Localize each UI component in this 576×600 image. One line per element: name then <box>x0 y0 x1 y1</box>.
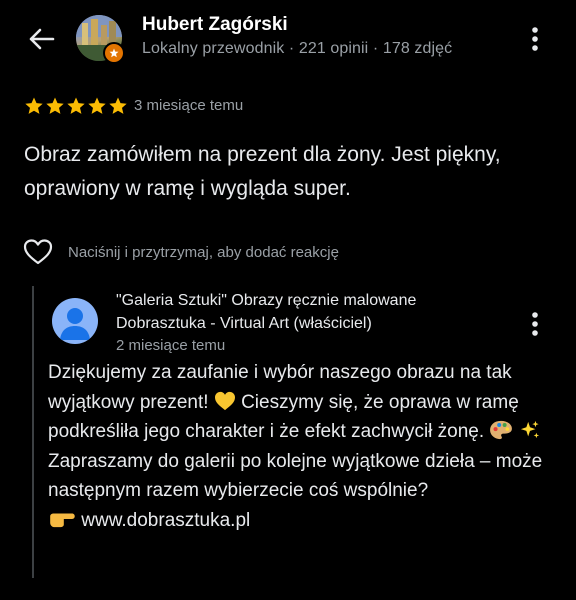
owner-avatar <box>52 298 98 344</box>
star-icon <box>109 97 127 114</box>
reply-divider <box>32 286 34 578</box>
reviewer-avatar[interactable] <box>76 15 125 64</box>
more-vert-icon <box>532 312 538 336</box>
reviewer-name[interactable]: Hubert Zagórski <box>142 14 288 36</box>
owner-reply-date: 2 miesiące temu <box>116 337 226 354</box>
reply-more-button[interactable] <box>525 309 545 339</box>
website-link[interactable]: www.dobrasztuka.pl <box>81 510 250 531</box>
yellow-heart-emoji <box>214 391 235 410</box>
local-guide-icon <box>109 48 119 58</box>
star-icon <box>88 97 106 114</box>
more-vert-icon <box>532 27 538 51</box>
star-icon <box>46 97 64 114</box>
back-button[interactable] <box>26 26 56 52</box>
owner-reply-text: Dziękujemy za zaufanie i wybór naszego o… <box>48 358 568 535</box>
owner-name: "Galeria Sztuki" Obrazy ręcznie malowane… <box>116 292 417 332</box>
person-icon <box>60 308 90 340</box>
star-rating <box>24 96 128 116</box>
pointing-right-emoji <box>50 513 75 527</box>
sparkles-emoji <box>520 420 539 439</box>
review-text: Obraz zamówiłem na prezent dla żony. Jes… <box>24 143 501 200</box>
reviewer-meta: Lokalny przewodnik · 221 opinii · 178 zd… <box>142 40 453 57</box>
arrow-left-icon <box>29 28 55 50</box>
reaction-hint: Naciśnij i przytrzymaj, aby dodać reakcj… <box>68 244 339 261</box>
star-icon <box>67 97 85 114</box>
artist-palette-emoji <box>490 420 513 440</box>
review-more-button[interactable] <box>525 24 545 54</box>
local-guide-badge <box>103 42 125 64</box>
like-button[interactable] <box>22 236 54 268</box>
heart-outline-icon <box>23 239 53 265</box>
reply-text-part-3: Zapraszamy do galerii po kolejne wyjątko… <box>48 450 543 502</box>
star-icon <box>25 97 43 114</box>
review-date: 3 miesiące temu <box>134 97 244 114</box>
